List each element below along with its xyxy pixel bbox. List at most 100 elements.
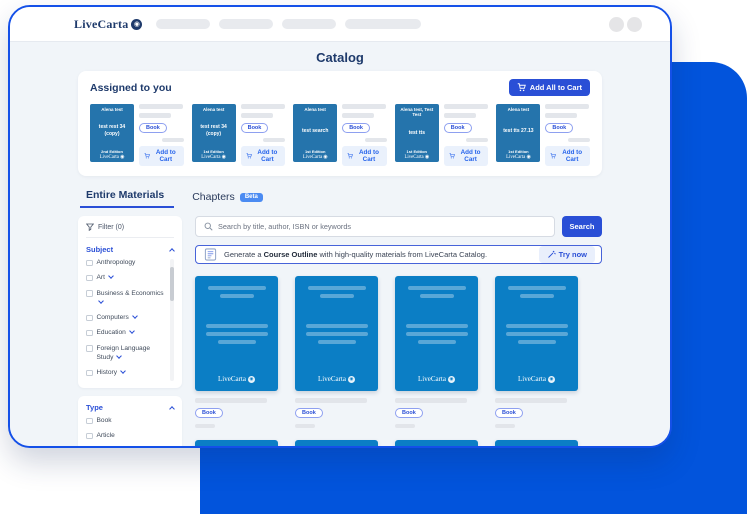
title-placeholder [444,104,488,109]
nav-placeholder[interactable] [282,19,336,29]
book-cover: Alena test test tts 27.13 1st Edition Li… [496,104,540,162]
search-input[interactable] [218,222,546,231]
logo-globe-icon: ◉ [248,376,255,383]
search-button[interactable]: Search [562,216,602,237]
catalog-item[interactable]: LiveCarta◉ Book [495,276,578,446]
checkbox-computers[interactable]: Computers [86,314,167,323]
title-placeholder [241,104,285,109]
checkbox[interactable] [86,433,93,440]
book-type-badge: Book [241,123,269,133]
item-title-placeholder [295,398,367,403]
book-type-badge: Book [139,123,167,133]
add-to-cart-button[interactable]: Add to Cart [139,146,184,166]
checkbox-label: Book [97,417,112,426]
checkbox[interactable] [86,260,93,267]
assigned-card[interactable]: Alena test test tts 27.13 1st Edition Li… [496,104,590,166]
item-title-placeholder [495,398,567,403]
subject-scrollbar[interactable] [170,259,174,381]
checkbox-label: Computers [97,314,129,321]
cover-title: test tts [409,130,425,136]
checkbox[interactable] [86,275,93,282]
logo-globe-icon: ◉ [131,19,142,30]
catalog-item[interactable]: LiveCarta◉ Book [395,276,478,446]
cover-title: test search [302,128,328,134]
cover-subtitle-placeholder [520,294,554,298]
tab-entire-materials[interactable]: Entire Materials [80,189,174,208]
assigned-card[interactable]: Alena test test rest 34 (copy) 2nd Editi… [90,104,184,166]
book-cover-row2[interactable] [295,440,378,446]
avatar-placeholder[interactable] [627,17,642,32]
materials-tabs: Entire Materials Chapters Beta [78,189,602,208]
assigned-section: Assigned to you Add All to Cart Alena te… [78,71,602,176]
checkbox-education[interactable]: Education [86,329,167,338]
window-topbar: LiveCarta ◉ [10,7,670,41]
item-price-placeholder [195,424,215,428]
book-cover-row2[interactable] [395,440,478,446]
assigned-cards-row: Alena test test rest 34 (copy) 2nd Editi… [90,104,590,166]
book-type-badge: Book [444,123,472,133]
course-outline-icon [204,248,217,261]
subject-section-header[interactable]: Subject [86,245,174,254]
assigned-card[interactable]: Alena test test search 1st Edition LiveC… [293,104,387,166]
type-filter-card: Type Book Article Bundle Course outline … [78,396,182,446]
type-section-header[interactable]: Type [86,403,174,412]
nav-placeholder[interactable] [345,19,421,29]
tab-chapters[interactable]: Chapters Beta [192,191,263,208]
banner-text: Generate a Course Outline with high-qual… [224,250,487,259]
cover-author: Alena test [203,107,225,112]
add-to-cart-button[interactable]: Add to Cart [241,146,286,166]
cover-line-placeholder [206,324,268,328]
avatar-placeholder[interactable] [609,17,624,32]
book-cover[interactable]: LiveCarta◉ [195,276,278,391]
cover-author: Alena test [508,107,530,112]
checkbox-article[interactable]: Article [86,432,174,441]
checkbox-label: History [97,369,118,376]
checkbox[interactable] [86,345,93,352]
checkbox-business-economics[interactable]: Business & Economics [86,290,167,308]
add-to-cart-button[interactable]: Add to Cart [342,146,387,166]
checkbox[interactable] [86,330,93,337]
cover-brand: LiveCarta ◉ [100,155,125,160]
checkbox[interactable] [86,370,93,377]
book-cover[interactable]: LiveCarta◉ [295,276,378,391]
assigned-card[interactable]: Alena test test rest 34 (copy) 1st Editi… [192,104,286,166]
checkbox[interactable] [86,290,93,297]
assigned-heading: Assigned to you [90,82,172,94]
cover-edition: 1st Edition [508,149,528,154]
scrollbar-thumb[interactable] [170,267,174,301]
catalog-item[interactable]: LiveCarta◉ Book [295,276,378,446]
cover-line-placeholder [318,340,356,344]
checkbox-history[interactable]: History [86,369,167,378]
cover-title: test rest 34 (copy) [194,124,234,137]
checkbox-label: Article [97,432,115,441]
add-to-cart-button[interactable]: Add to Cart [444,146,489,166]
book-cover-row2[interactable] [195,440,278,446]
checkbox-foreign-language-study[interactable]: Foreign Language Study [86,345,167,363]
checkbox-label: Business & Economics [97,290,164,297]
book-cover-row2[interactable] [495,440,578,446]
book-cover[interactable]: LiveCarta◉ [495,276,578,391]
checkbox-anthropology[interactable]: Anthropology [86,259,167,268]
cover-author: Alena test [304,107,326,112]
cover-subtitle-placeholder [320,294,354,298]
assigned-card[interactable]: Alena test, Test Test test tts 1st Editi… [395,104,489,166]
checkbox[interactable] [86,315,93,322]
catalog-item[interactable]: LiveCarta◉ Book [195,276,278,446]
nav-placeholder[interactable] [156,19,210,29]
cart-icon [144,152,150,160]
chevron-up-icon [169,248,175,254]
checkbox-art[interactable]: Art [86,274,167,283]
search-icon [204,222,213,231]
livecarta-logo[interactable]: LiveCarta ◉ [74,17,142,32]
filter-header[interactable]: Filter (0) [86,223,174,238]
add-to-cart-button[interactable]: Add to Cart [545,146,590,166]
checkbox[interactable] [86,418,93,425]
book-type-badge: Book [495,408,523,418]
add-all-to-cart-button[interactable]: Add All to Cart [509,79,590,96]
nav-placeholder[interactable] [219,19,273,29]
try-now-button[interactable]: Try now [539,246,595,263]
checkbox-book[interactable]: Book [86,417,174,426]
add-to-cart-label: Add to Cart [153,149,179,163]
cover-line-placeholder [506,324,568,328]
book-cover[interactable]: LiveCarta◉ [395,276,478,391]
